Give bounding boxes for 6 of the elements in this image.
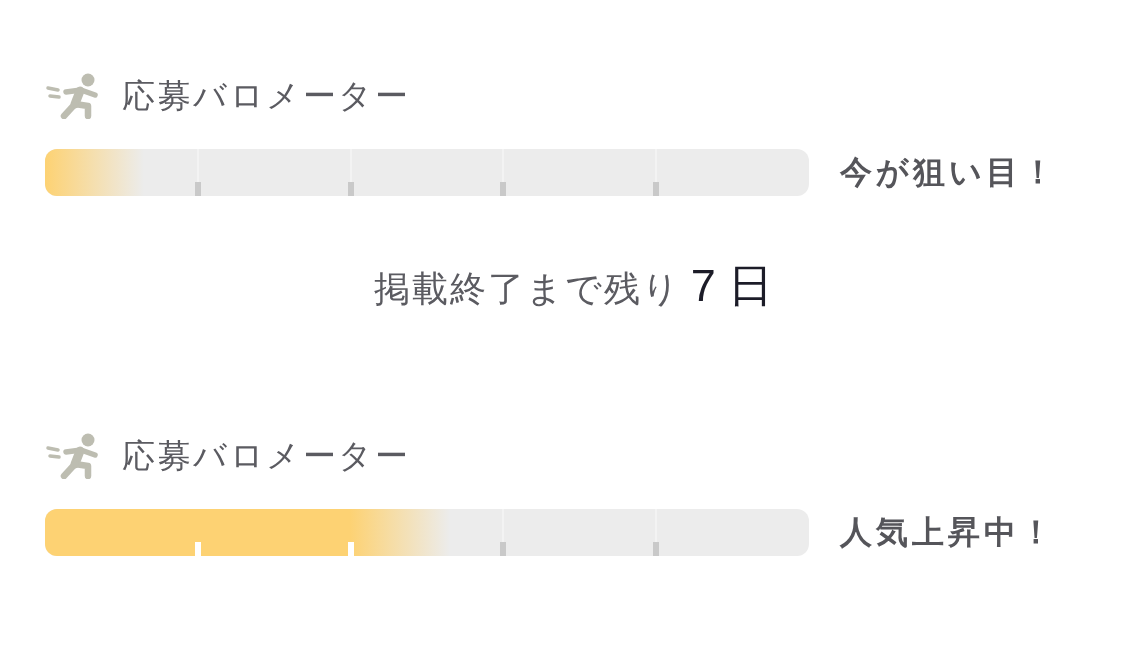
meter-title: 応募バロメーター — [122, 76, 410, 116]
deadline-label: 掲載終了まで残り — [373, 267, 681, 311]
days-remaining: 7 日 — [690, 259, 774, 313]
status-label: 人気上昇中！ — [840, 513, 1056, 552]
status-label: 今が狙い目！ — [840, 153, 1058, 192]
meter-title: 応募バロメーター — [122, 436, 410, 476]
